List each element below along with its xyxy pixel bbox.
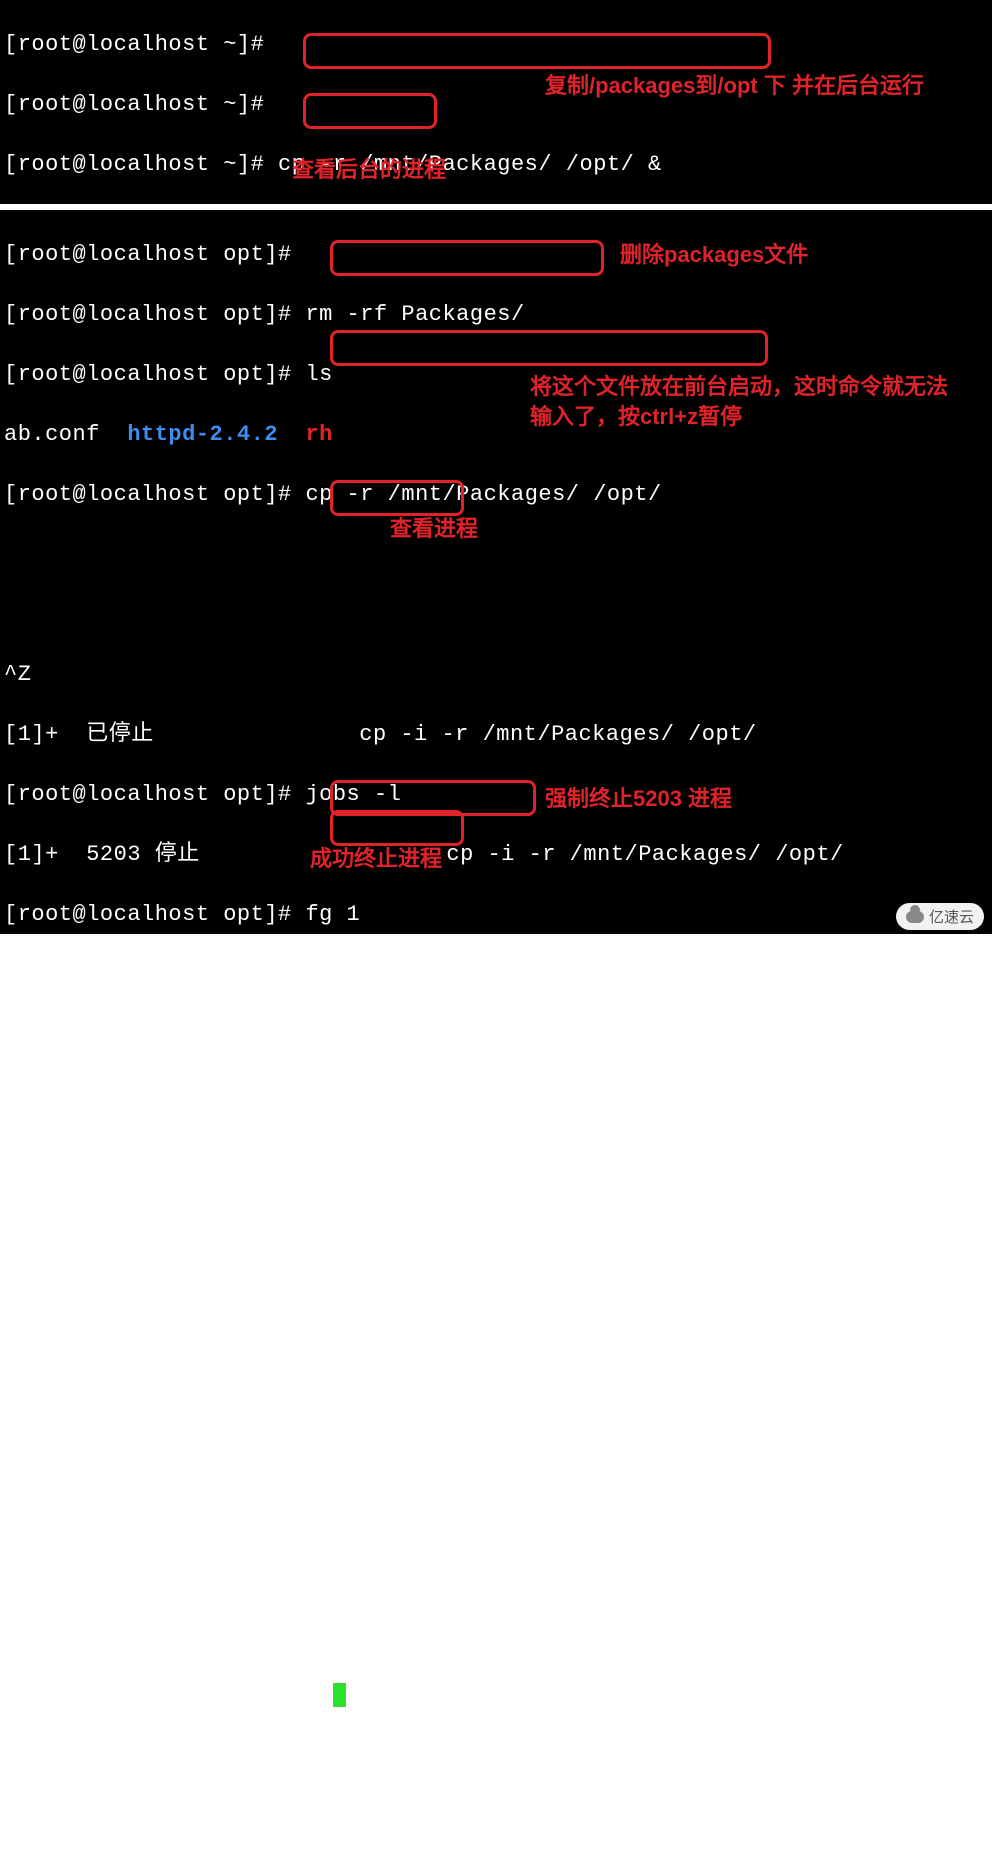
annotation-success: 成功终止进程	[310, 844, 442, 874]
terminal-line	[4, 600, 988, 630]
terminal-line: cp -i -r /mnt/Packages/ /opt/	[4, 960, 988, 990]
terminal-line: [1]+ 已停止 cp -i -r /mnt/Packages/ /opt/	[4, 720, 988, 750]
highlight-box-cp-fg	[330, 330, 768, 366]
highlight-box-rm	[330, 240, 604, 276]
terminal-line: [root@localhost opt]# fg 1	[4, 1560, 988, 1590]
annotation-jobs2: 查看进程	[390, 514, 478, 544]
cursor-icon	[333, 1683, 346, 1707]
highlight-box-jobs1	[303, 93, 437, 129]
terminal-block-2: [root@localhost opt]# [root@localhost op…	[0, 210, 992, 934]
terminal-line: [1]+ 5203 已杀死 cp -i -r /mnt/Packages/ /o…	[4, 1500, 988, 1530]
terminal-line	[4, 1020, 988, 1050]
watermark-badge: 亿速云	[896, 903, 984, 930]
highlight-box-jobs3	[330, 810, 464, 846]
highlight-box-jobs2	[330, 480, 464, 516]
annotation-rm: 删除packages文件	[620, 240, 808, 270]
terminal-line: [root@localhost opt]#	[4, 1200, 988, 1230]
cloud-icon	[906, 911, 924, 923]
annotation-cp-fg: 将这个文件放在前台启动，这时命令就无法输入了，按ctrl+z暂停	[530, 372, 960, 432]
terminal-line: [root@localhost opt]# cp -r /mnt/Package…	[4, 480, 988, 510]
terminal-line: [root@localhost opt]# kill -9 5203	[4, 1380, 988, 1410]
terminal-line: ^Z	[4, 660, 988, 690]
annotation-jobs-bg: 查看后台的进程	[292, 155, 446, 185]
terminal-line: [1]+ 5203 停止 cp -i -r /mnt/Packages/ /op…	[4, 840, 988, 870]
terminal-block-1: [root@localhost ~]# [root@localhost ~]# …	[0, 0, 992, 204]
watermark-text: 亿速云	[929, 906, 974, 927]
terminal-line: [root@localhost ~]# cp -r /mnt/Packages/…	[4, 150, 988, 180]
terminal-line: [root@localhost opt]# jobs -l	[4, 1440, 988, 1470]
terminal-line	[4, 1680, 988, 1710]
terminal-line: [1]+ 5203 停止 cp -i -r /mnt/Packages/ /op…	[4, 1320, 988, 1350]
terminal-line: [root@localhost opt]# jobs -l	[4, 1260, 988, 1290]
terminal-line	[4, 540, 988, 570]
terminal-line: -bash: fg: 1: 无此任务	[4, 1620, 988, 1650]
terminal-line: ^Z	[4, 1080, 988, 1110]
annotation-kill: 强制终止5203 进程	[545, 784, 732, 814]
terminal-line: [1]+ 已停止 cp -i -r /mnt/Packages/ /opt/	[4, 1140, 988, 1170]
terminal-line: [root@localhost opt]# rm -rf Packages/	[4, 300, 988, 330]
annotation-cp-bg: 复制/packages到/opt 下 并在后台运行	[545, 71, 965, 101]
terminal-line: [root@localhost opt]# fg 1	[4, 900, 988, 930]
highlight-box-cp-bg	[303, 33, 771, 69]
